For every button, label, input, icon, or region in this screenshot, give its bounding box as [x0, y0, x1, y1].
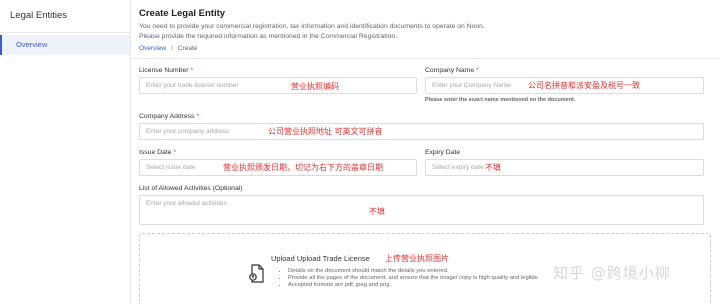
- company-name-placeholder: Enter your Company Name: [432, 82, 511, 89]
- page-subtitle-line-2: Please provide the required information …: [139, 33, 398, 40]
- page-subtitle: You need to provide your commercial regi…: [139, 22, 720, 42]
- company-address-placeholder: Enter your company address: [146, 128, 230, 135]
- breadcrumb-overview-link[interactable]: Overview: [139, 45, 166, 52]
- issue-date-label-text: Issue Date: [139, 149, 172, 156]
- page-title: Create Legal Entity: [139, 8, 226, 19]
- required-mark: *: [476, 67, 479, 74]
- upload-note: Accepted formats are pdf, jpeg and png.: [288, 282, 539, 289]
- company-name-helper: Please enter the exact name mentioned on…: [425, 97, 576, 103]
- upload-annotation: 上传营业执照图片: [385, 254, 449, 263]
- company-name-label-text: Company Name: [425, 67, 475, 74]
- breadcrumb-separator: /: [171, 45, 173, 52]
- upload-notes: Details on the document should match the…: [282, 268, 539, 289]
- license-number-annotation: 营业执照编码: [291, 82, 339, 91]
- page-subtitle-line-1: You need to provide your commercial regi…: [139, 23, 485, 30]
- watermark: 知乎 @跨境小柳: [553, 264, 671, 282]
- sidebar: Legal Entities Overview: [0, 0, 131, 304]
- issue-date-placeholder: Select issue date: [146, 164, 196, 171]
- required-mark: *: [196, 113, 200, 120]
- issue-date-annotation: 营业执照颁发日期，切记为右下方的盖章日期: [223, 163, 383, 172]
- license-number-label: License Number *: [139, 67, 193, 74]
- expiry-date-placeholder: Select expiry date: [432, 164, 484, 171]
- expiry-date-label: Expiry Date: [425, 149, 461, 156]
- company-name-annotation: 公司名拼音和派安盈及税号一致: [528, 81, 640, 90]
- sidebar-item-overview[interactable]: Overview: [0, 35, 130, 55]
- required-mark: *: [190, 67, 194, 74]
- upload-note: Provide all the pages of the document, a…: [288, 275, 539, 282]
- header-divider: [131, 58, 720, 59]
- license-number-placeholder: Enter your trade license number: [146, 82, 239, 89]
- company-name-label: Company Name *: [425, 67, 479, 74]
- license-number-label-text: License Number: [139, 67, 189, 74]
- activities-textarea[interactable]: Enter your allowed activities: [139, 195, 704, 225]
- company-address-label: Company Address *: [139, 113, 199, 120]
- expiry-date-picker[interactable]: Select expiry date: [425, 159, 704, 176]
- main-area: Create Legal Entity You need to provide …: [131, 0, 720, 304]
- form-card: Create Legal Entity You need to provide …: [131, 0, 720, 304]
- breadcrumb-current: Create: [177, 45, 198, 52]
- company-address-label-text: Company Address: [139, 113, 195, 120]
- license-number-input[interactable]: Enter your trade license number: [139, 77, 417, 94]
- document-upload-icon: [249, 264, 264, 283]
- company-address-input[interactable]: Enter your company address: [139, 123, 704, 140]
- sidebar-title: Legal Entities: [0, 0, 130, 33]
- upload-title: Upload Upload Trade License: [271, 254, 370, 263]
- activities-placeholder: Enter your allowed activities: [146, 200, 227, 207]
- required-mark: *: [173, 149, 177, 156]
- company-address-annotation: 公司营业执照地址 可英文可拼音: [268, 127, 383, 136]
- issue-date-label: Issue Date *: [139, 149, 176, 156]
- breadcrumb: Overview / Create: [139, 45, 720, 52]
- page-header: Create Legal Entity You need to provide …: [131, 0, 720, 52]
- activities-annotation: 不填: [369, 207, 385, 216]
- activities-label: List of Allowed Activities (Optional): [139, 185, 243, 192]
- upload-note: Details on the document should match the…: [288, 268, 539, 275]
- expiry-date-annotation: 不填: [485, 163, 501, 172]
